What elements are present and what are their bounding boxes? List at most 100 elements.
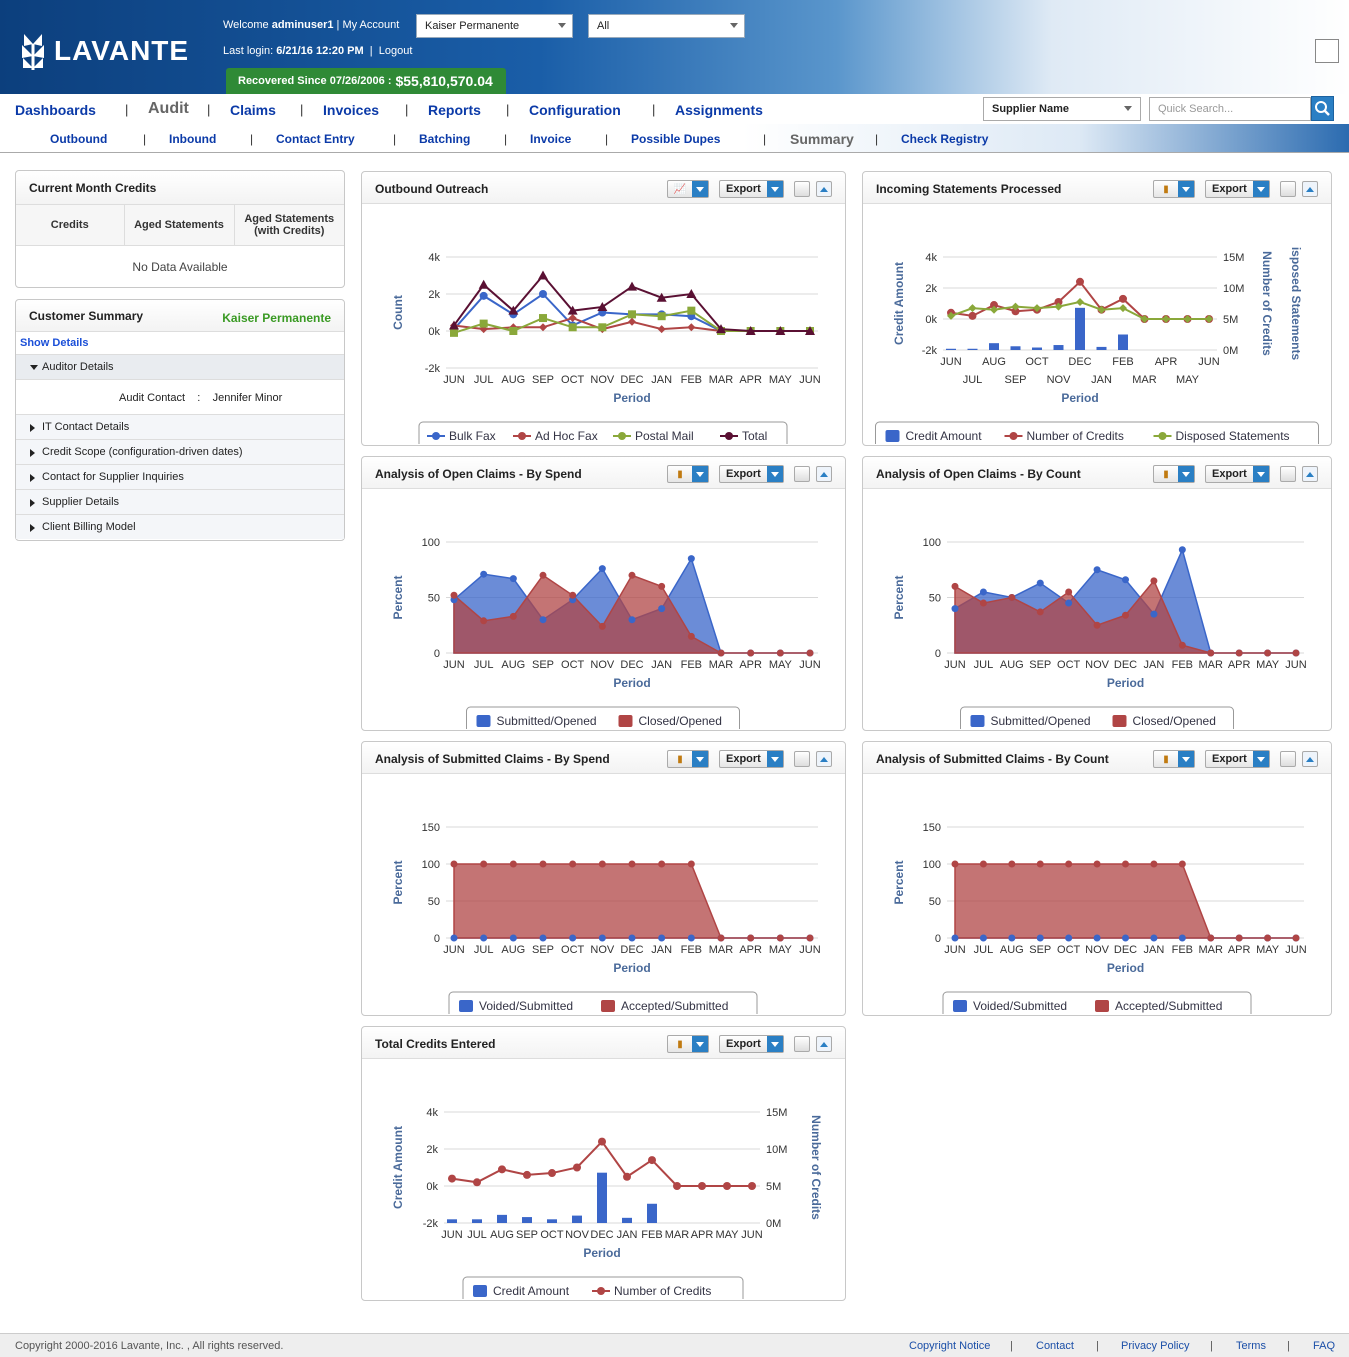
bar (1118, 334, 1128, 350)
chart-type-button[interactable]: 📈 (667, 180, 709, 198)
collapse-icon[interactable] (815, 181, 832, 197)
data-point (1207, 934, 1215, 942)
nav-assignments[interactable]: Assignments (675, 102, 763, 118)
chevron-down-icon (766, 751, 783, 767)
data-point (1122, 934, 1129, 942)
nav-claims[interactable]: Claims (230, 102, 276, 118)
data-point (1076, 277, 1084, 286)
section-it-contact-details[interactable]: IT Contact Details (16, 414, 344, 439)
document-icon[interactable] (1315, 39, 1339, 63)
nav-dashboards[interactable]: Dashboards (15, 102, 96, 118)
footer-link-contact[interactable]: Contact (1036, 1340, 1074, 1352)
export-button[interactable]: Export (719, 1035, 784, 1053)
section-supplier-details[interactable]: Supplier Details (16, 489, 344, 514)
data-point (1150, 934, 1158, 942)
footer-separator: | (1210, 1340, 1213, 1352)
quick-search-input[interactable]: Quick Search... (1149, 97, 1311, 121)
chart-type-button[interactable]: ▮ (667, 1035, 709, 1053)
my-account-link[interactable]: | My Account (337, 19, 400, 31)
scope-select-value: All (597, 20, 610, 32)
scope-select[interactable]: All (588, 14, 745, 38)
subnav-contact-entry[interactable]: Contact Entry (276, 132, 355, 146)
data-point (1235, 649, 1243, 657)
collapse-icon[interactable] (1301, 466, 1318, 482)
subnav-check-registry[interactable]: Check Registry (901, 132, 988, 146)
section-contact-supplier-inquiries[interactable]: Contact for Supplier Inquiries (16, 464, 344, 489)
show-details-link[interactable]: Show Details (16, 332, 344, 354)
collapse-icon[interactable] (815, 466, 832, 482)
data-point (523, 1170, 531, 1179)
footer-link-privacy[interactable]: Privacy Policy (1121, 1340, 1189, 1352)
y-axis-title: Percent (892, 575, 906, 619)
subnav-inbound[interactable]: Inbound (169, 132, 216, 146)
x-tick-label: DEC (1114, 659, 1137, 671)
x-tick-label: OCT (561, 944, 585, 956)
footer-link-terms[interactable]: Terms (1236, 1340, 1266, 1352)
bar-chart-icon: ▮ (1163, 468, 1169, 480)
export-button[interactable]: Export (719, 465, 784, 483)
section-auditor-details[interactable]: Auditor Details (16, 354, 344, 379)
column-header: Credits (16, 205, 125, 246)
subnav-invoice[interactable]: Invoice (530, 132, 571, 146)
export-button[interactable]: Export (1205, 465, 1270, 483)
maximize-icon[interactable] (1279, 181, 1296, 197)
y-right-tick-label: 0M (766, 1218, 781, 1230)
legend-marker (618, 715, 633, 727)
bar-chart-icon: ▮ (677, 1038, 683, 1050)
collapse-icon[interactable] (815, 751, 832, 767)
chart-type-button[interactable]: ▮ (1153, 750, 1195, 768)
collapse-icon[interactable] (1301, 181, 1318, 197)
search-button[interactable] (1311, 96, 1334, 121)
footer-link-faq[interactable]: FAQ (1313, 1340, 1335, 1352)
data-point (1065, 599, 1073, 607)
chart-type-button[interactable]: ▮ (667, 465, 709, 483)
y-tick-label: 2k (925, 283, 937, 295)
export-label: Export (1212, 753, 1247, 765)
client-select[interactable]: Kaiser Permanente (416, 14, 573, 38)
subnav-possible-dupes[interactable]: Possible Dupes (631, 132, 720, 146)
maximize-icon[interactable] (1279, 466, 1296, 482)
data-point (979, 934, 987, 942)
maximize-icon[interactable] (793, 751, 810, 767)
x-tick-label: JUN (443, 659, 464, 671)
data-point (673, 1182, 681, 1190)
nav-reports[interactable]: Reports (428, 102, 481, 118)
section-client-billing-model[interactable]: Client Billing Model (16, 514, 344, 539)
maximize-icon[interactable] (793, 181, 810, 197)
lavante-logo[interactable]: LAVANTE (20, 30, 189, 72)
x-tick-label: JUN (944, 944, 965, 956)
nav-audit[interactable]: Audit (148, 100, 189, 118)
footer-link-copyright[interactable]: Copyright Notice (909, 1340, 990, 1352)
collapse-icon[interactable] (1301, 751, 1318, 767)
y-right-tick-label: 15M (766, 1107, 787, 1119)
subnav-summary[interactable]: Summary (790, 131, 854, 147)
subnav-batching[interactable]: Batching (419, 132, 470, 146)
legend-marker (1112, 715, 1127, 727)
supplier-name-select[interactable]: Supplier Name (983, 97, 1141, 121)
subnav-outbound[interactable]: Outbound (50, 132, 107, 146)
data-point (628, 934, 636, 942)
section-credit-scope[interactable]: Credit Scope (configuration-driven dates… (16, 439, 344, 464)
x-tick-label: NOV (1085, 659, 1110, 671)
maximize-icon[interactable] (793, 466, 810, 482)
bar (622, 1217, 632, 1223)
export-button[interactable]: Export (1205, 750, 1270, 768)
data-point (951, 605, 959, 613)
chart-type-button[interactable]: ▮ (1153, 180, 1195, 198)
export-button[interactable]: Export (719, 180, 784, 198)
y-axis-title: Percent (391, 860, 405, 904)
maximize-icon[interactable] (793, 1036, 810, 1052)
legend-marker-dot (618, 432, 626, 440)
export-button[interactable]: Export (1205, 180, 1270, 198)
username: adminuser1 (271, 19, 334, 31)
export-button[interactable]: Export (719, 750, 784, 768)
chart-type-button[interactable]: ▮ (667, 750, 709, 768)
nav-configuration[interactable]: Configuration (529, 102, 621, 118)
maximize-icon[interactable] (1279, 751, 1296, 767)
logout-link[interactable]: Logout (379, 45, 413, 57)
collapse-icon[interactable] (815, 1036, 832, 1052)
chart-type-button[interactable]: ▮ (1153, 465, 1195, 483)
bar-chart-icon: ▮ (677, 468, 683, 480)
data-point (658, 934, 666, 942)
nav-invoices[interactable]: Invoices (323, 102, 379, 118)
